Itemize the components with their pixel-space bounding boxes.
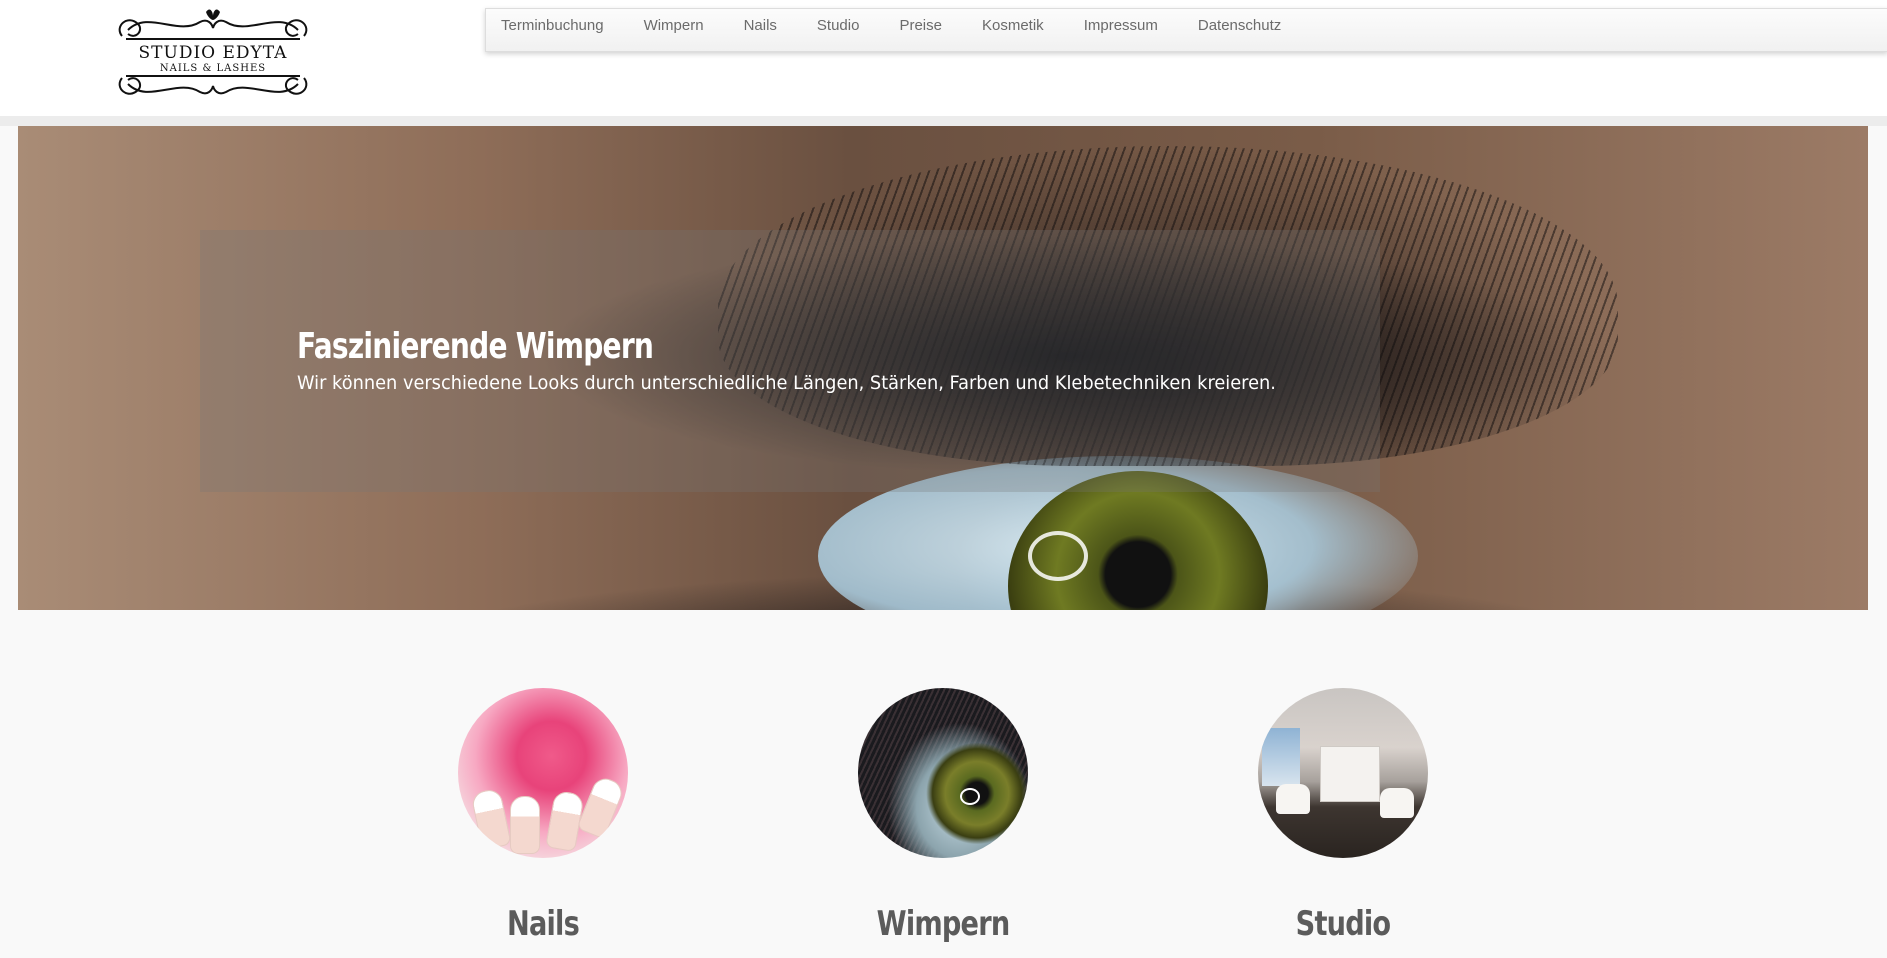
nav-item-kosmetik[interactable]: Kosmetik bbox=[962, 9, 1064, 34]
feature-wimpern-image[interactable] bbox=[858, 688, 1028, 858]
feature-studio-title[interactable]: Studio bbox=[1275, 904, 1411, 944]
feature-wimpern: Wimpern bbox=[858, 688, 1028, 944]
feature-nails: Nails bbox=[458, 688, 628, 944]
feature-studio: Studio bbox=[1258, 688, 1428, 944]
feature-nails-title[interactable]: Nails bbox=[475, 904, 611, 944]
logo-title: STUDIO EDYTA bbox=[138, 43, 288, 63]
hero-slider[interactable]: Faszinierende Wimpern Wir können verschi… bbox=[18, 126, 1868, 610]
feature-nails-image[interactable] bbox=[458, 688, 628, 858]
main-nav: Terminbuchung Wimpern Nails Studio Preis… bbox=[485, 8, 1887, 52]
studio-counter bbox=[1320, 746, 1380, 802]
header-divider bbox=[0, 116, 1887, 126]
nav-item-terminbuchung[interactable]: Terminbuchung bbox=[486, 9, 624, 34]
logo-subtitle: NAILS & LASHES bbox=[159, 63, 267, 74]
studio-chair bbox=[1276, 784, 1310, 814]
studio-window bbox=[1262, 728, 1300, 786]
eye-highlight bbox=[960, 788, 980, 805]
nail-shape bbox=[470, 787, 512, 851]
nail-shape bbox=[510, 796, 540, 854]
hero-title: Faszinierende Wimpern bbox=[297, 326, 654, 367]
feature-wimpern-title[interactable]: Wimpern bbox=[875, 904, 1011, 944]
nav-item-nails[interactable]: Nails bbox=[724, 9, 797, 34]
site-header: STUDIO EDYTA NAILS & LASHES Terminbuchun… bbox=[0, 0, 1887, 116]
nav-item-studio[interactable]: Studio bbox=[797, 9, 880, 34]
nail-shape bbox=[576, 774, 626, 840]
feature-studio-image[interactable] bbox=[1258, 688, 1428, 858]
hero-image-highlight bbox=[1028, 531, 1088, 581]
studio-chair bbox=[1380, 788, 1414, 818]
studio-logo[interactable]: STUDIO EDYTA NAILS & LASHES bbox=[108, 6, 318, 108]
hero-description: Wir können verschiedene Looks durch unte… bbox=[297, 372, 1276, 394]
nav-item-preise[interactable]: Preise bbox=[879, 9, 962, 34]
nav-item-wimpern[interactable]: Wimpern bbox=[624, 9, 724, 34]
nav-item-datenschutz[interactable]: Datenschutz bbox=[1178, 9, 1301, 34]
nav-item-impressum[interactable]: Impressum bbox=[1064, 9, 1178, 34]
